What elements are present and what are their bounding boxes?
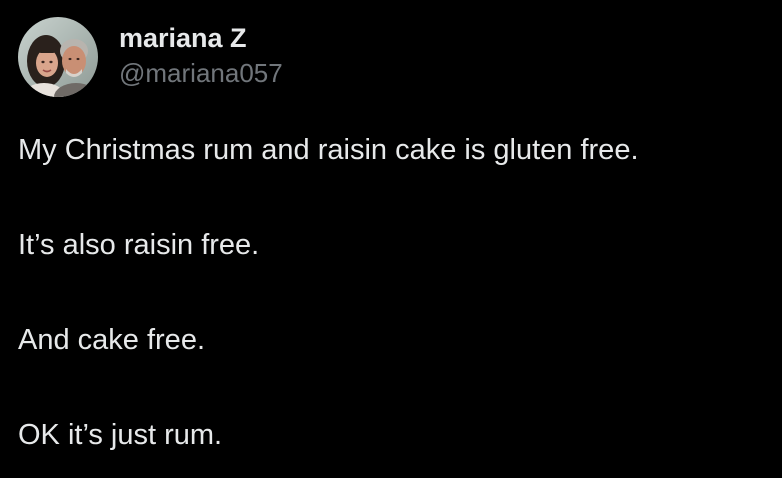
tweet-card: mariana Z @mariana057 My Christmas rum a… (0, 0, 782, 478)
tweet-line: My Christmas rum and raisin cake is glut… (18, 134, 639, 166)
profile-photo-icon (18, 17, 98, 97)
user-handle[interactable]: @mariana057 (119, 57, 283, 89)
tweet-line: It’s also raisin free. (18, 229, 260, 261)
author-names: mariana Z @mariana057 (119, 23, 283, 89)
tweet-line: And cake free. (18, 324, 205, 356)
tweet-line: OK it’s just rum. (18, 419, 223, 451)
tweet-header: mariana Z @mariana057 (18, 17, 283, 97)
display-name[interactable]: mariana Z (119, 21, 283, 55)
avatar[interactable] (18, 17, 98, 97)
tweet-text: My Christmas rum and raisin cake is glut… (18, 130, 778, 455)
